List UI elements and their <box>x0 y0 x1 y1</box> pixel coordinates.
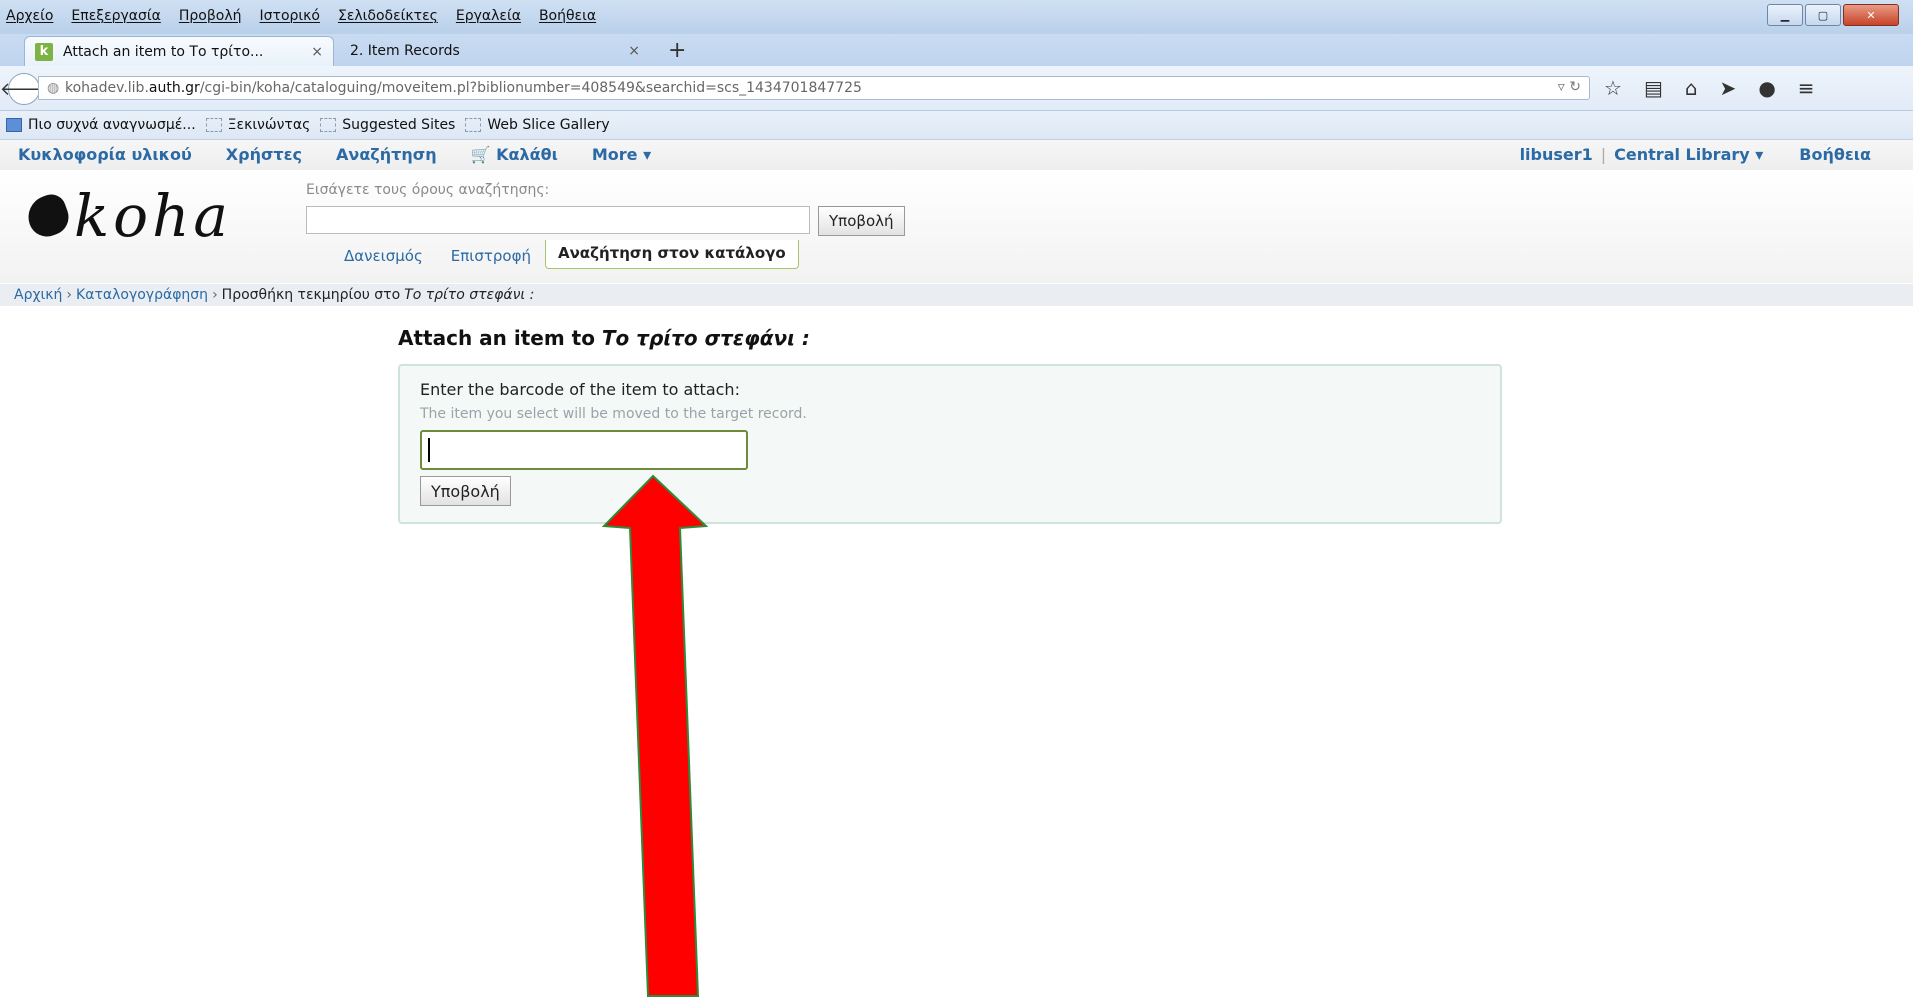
tab-strip: k Attach an item to Το τρίτο... × 2. Ite… <box>0 34 1913 66</box>
tab-checkout[interactable]: Δανεισμός <box>330 243 437 269</box>
menu-history[interactable]: Ιστορικό <box>260 8 320 24</box>
menu-bar: Αρχείο Επεξεργασία Προβολή Ιστορικό Σελι… <box>6 8 596 24</box>
home-icon[interactable]: ⌂ <box>1685 76 1698 100</box>
attach-submit-button[interactable]: Υποβολή <box>420 476 511 506</box>
barcode-label: Enter the barcode of the item to attach: <box>420 380 740 399</box>
red-arrow-annotation <box>601 474 709 997</box>
branch-selector[interactable]: Central Library ▾ <box>1614 145 1763 164</box>
bookmarks-bar: Πιο συχνά αναγνωσμέ... Ξεκινώντας Sugges… <box>0 111 1913 140</box>
tab-catalog-search[interactable]: Αναζήτηση στον κατάλογο <box>544 240 799 269</box>
star-icon[interactable]: ☆ <box>1604 76 1622 100</box>
nav-more-label: More <box>591 145 638 164</box>
koha-logo-text: koha <box>74 182 232 250</box>
page-icon <box>320 118 337 132</box>
bookmark-label: Suggested Sites <box>342 117 456 133</box>
menu-help[interactable]: Βοήθεια <box>539 8 596 24</box>
koha-top-nav: Κυκλοφορία υλικού Χρήστες Αναζήτηση 🛒 Κα… <box>0 140 1913 170</box>
close-icon[interactable]: × <box>628 43 640 59</box>
branch-label: Central Library <box>1614 145 1750 164</box>
window-titlebar: Αρχείο Επεξεργασία Προβολή Ιστορικό Σελι… <box>0 0 1913 34</box>
chevron-down-icon: ▾ <box>1755 145 1764 164</box>
breadcrumb-record: Το τρίτο στεφάνι : <box>404 287 535 303</box>
search-tabs: Δανεισμός Επιστροφή Αναζήτηση στον κατάλ… <box>330 240 799 269</box>
breadcrumb: Αρχική › Καταλογογράφηση › Προσθήκη τεκμ… <box>0 284 1913 306</box>
bookmark-web-slice-gallery[interactable]: Web Slice Gallery <box>465 117 610 133</box>
attach-item-form: Enter the barcode of the item to attach:… <box>398 364 1502 524</box>
page-icon <box>465 118 482 132</box>
tab-attach-item[interactable]: k Attach an item to Το τρίτο... × <box>24 36 334 66</box>
close-window-button[interactable]: ✕ <box>1843 4 1899 26</box>
koha-favicon-icon: k <box>35 42 53 61</box>
tab-label: Attach an item to Το τρίτο... <box>63 43 264 60</box>
address-bar[interactable]: ◍ kohadev.lib. auth.gr/cgi-bin/koha/catal… <box>38 76 1590 100</box>
maximize-button[interactable]: ▢ <box>1805 4 1841 26</box>
arrow-shape <box>601 474 709 997</box>
bookmark-suggested-sites[interactable]: Suggested Sites <box>320 117 455 133</box>
menu-tools[interactable]: Εργαλεία <box>456 8 521 24</box>
text-caret <box>428 438 430 462</box>
bookmark-label: Ξεκινώντας <box>227 117 311 133</box>
breadcrumb-separator: › <box>66 287 73 303</box>
minimize-button[interactable]: ▁ <box>1767 4 1803 26</box>
catalog-search-input[interactable] <box>306 206 810 234</box>
nav-cart[interactable]: 🛒 Καλάθι <box>471 145 558 164</box>
page-title-prefix: Attach an item to <box>398 326 595 350</box>
reload-icon[interactable]: ▿ ↻ <box>1558 79 1581 95</box>
bookmark-most-visited[interactable]: Πιο συχνά αναγνωσμέ... <box>6 117 196 133</box>
search-label: Εισάγετε τους όρους αναζήτησης: <box>306 182 550 198</box>
bookmark-label: Πιο συχνά αναγνωσμέ... <box>28 117 196 133</box>
page-title-record: Το τρίτο στεφάνι : <box>601 326 810 350</box>
menu-bookmarks[interactable]: Σελιδοδείκτες <box>338 8 438 24</box>
koha-logo-mark-icon <box>22 190 74 242</box>
nav-patrons[interactable]: Χρήστες <box>226 145 302 164</box>
close-icon[interactable]: × <box>311 44 323 60</box>
bookmark-label: Web Slice Gallery <box>487 117 610 133</box>
menu-file[interactable]: Αρχείο <box>6 8 53 24</box>
globe-icon: ◍ <box>47 80 60 96</box>
url-host: auth.gr <box>148 80 200 96</box>
nav-circulation[interactable]: Κυκλοφορία υλικού <box>18 145 192 164</box>
back-button[interactable]: 🡐 <box>0 73 48 105</box>
tab-checkin[interactable]: Επιστροφή <box>437 243 545 269</box>
navigation-bar: 🡐 ◍ kohadev.lib. auth.gr/cgi-bin/koha/cat… <box>0 66 1913 111</box>
breadcrumb-home[interactable]: Αρχική <box>14 287 62 303</box>
url-prefix: kohadev.lib. <box>65 80 149 96</box>
koha-header: koha Εισάγετε τους όρους αναζήτησης: Υπο… <box>0 170 1913 283</box>
barcode-hint: The item you select will be moved to the… <box>420 406 807 422</box>
nav-search[interactable]: Αναζήτηση <box>336 145 437 164</box>
nav-more[interactable]: More ▾ <box>592 145 651 164</box>
cart-icon: 🛒 <box>470 145 497 164</box>
chat-icon[interactable]: ● <box>1758 76 1775 100</box>
menu-icon[interactable]: ≡ <box>1798 76 1815 100</box>
nav-cart-label: Καλάθι <box>496 145 558 164</box>
new-tab-button[interactable]: + <box>668 38 686 63</box>
barcode-input[interactable] <box>420 430 748 470</box>
logged-in-user[interactable]: libuser1 <box>1520 145 1593 164</box>
breadcrumb-separator: › <box>212 287 218 303</box>
help-link[interactable]: Βοήθεια <box>1799 145 1871 164</box>
bookmark-getting-started[interactable]: Ξεκινώντας <box>205 117 311 133</box>
send-icon[interactable]: ➤ <box>1720 76 1737 100</box>
bookmark-folder-icon <box>6 118 22 132</box>
page-icon <box>205 118 222 132</box>
page-title: Attach an item to Το τρίτο στεφάνι : <box>398 326 810 350</box>
url-path: /cgi-bin/koha/cataloguing/moveitem.pl?bi… <box>199 80 862 96</box>
divider: | <box>1600 145 1607 164</box>
koha-logo[interactable]: koha <box>22 182 232 250</box>
breadcrumb-current: Προσθήκη τεκμηρίου στο <box>221 287 401 303</box>
toolbar-icons: ☆ ▤ ⌂ ➤ ● ≡ <box>1604 76 1815 100</box>
menu-view[interactable]: Προβολή <box>179 8 242 24</box>
chevron-down-icon: ▾ <box>643 145 652 164</box>
tab-item-records[interactable]: 2. Item Records × <box>340 36 650 66</box>
breadcrumb-cataloging[interactable]: Καταλογογράφηση <box>76 287 208 303</box>
tab-label: 2. Item Records <box>350 43 460 59</box>
reading-list-icon[interactable]: ▤ <box>1644 76 1663 100</box>
window-controls: ▁ ▢ ✕ <box>1767 4 1899 26</box>
search-submit-button[interactable]: Υποβολή <box>818 206 905 236</box>
menu-edit[interactable]: Επεξεργασία <box>71 8 160 24</box>
